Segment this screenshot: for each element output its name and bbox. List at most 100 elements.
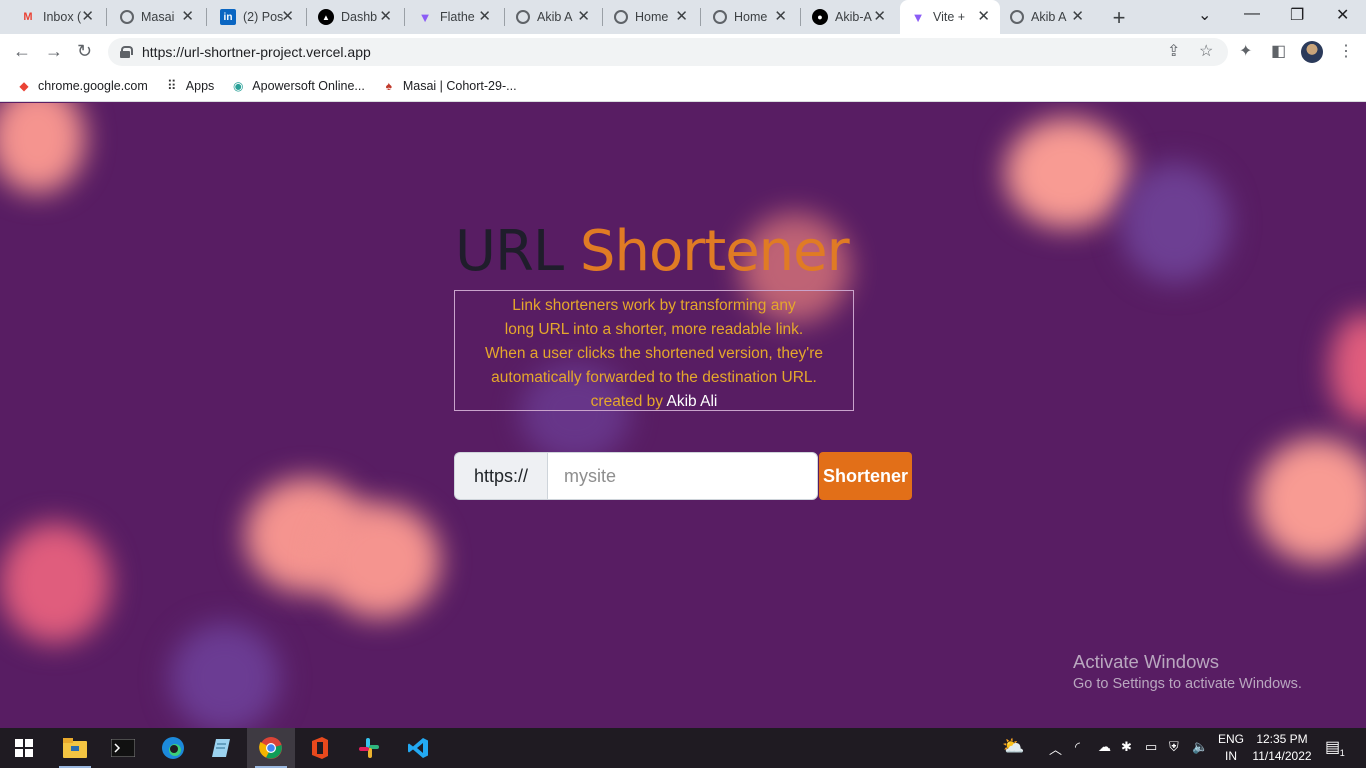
bokeh-decoration xyxy=(320,503,440,618)
battery-icon[interactable]: ▭ xyxy=(1145,739,1157,755)
profile-avatar[interactable] xyxy=(1301,41,1323,63)
https-prefix: https:// xyxy=(454,452,547,500)
close-icon[interactable]: ✕ xyxy=(873,9,886,24)
new-tab-button[interactable]: + xyxy=(1108,5,1130,31)
show-hidden-icons-chevron-icon[interactable]: ︿ xyxy=(1049,739,1062,758)
tab-akib-a[interactable]: Akib A ✕ xyxy=(496,4,600,30)
globe-icon xyxy=(120,10,134,24)
shield-icon[interactable]: ⛨ xyxy=(1169,739,1179,755)
close-icon[interactable]: ✕ xyxy=(81,9,94,24)
office-button[interactable] xyxy=(296,728,344,768)
system-clock[interactable]: 12:35 PM 11/14/2022 xyxy=(1250,731,1314,765)
address-bar[interactable]: https://url-shortner-project.vercel.app xyxy=(108,38,1228,66)
edge-button[interactable] xyxy=(149,728,197,768)
slack-button[interactable] xyxy=(345,728,393,768)
gmail-icon: M xyxy=(23,11,33,23)
tab-akib-a-2[interactable]: Akib A ✕ xyxy=(990,4,1094,30)
bookmark-label: Apowersoft Online... xyxy=(252,78,365,93)
bokeh-decoration xyxy=(0,523,110,643)
extensions-puzzle-icon[interactable]: ✦ xyxy=(1239,41,1252,61)
vite-icon: ▼ xyxy=(911,9,925,25)
title-shortener: Shortener xyxy=(579,219,850,284)
description-line: Link shorteners work by transforming any xyxy=(512,297,796,314)
bookmark-apowersoft[interactable]: ◉ Apowersoft Online... xyxy=(230,78,365,94)
close-icon[interactable]: ✕ xyxy=(1071,9,1084,24)
tab-gmail-inbox[interactable]: M Inbox ( ✕ xyxy=(0,4,104,30)
tab-home-2[interactable]: Home ✕ xyxy=(693,4,797,30)
back-arrow-icon[interactable]: ← xyxy=(13,41,31,62)
description-line: When a user clicks the shortened version… xyxy=(484,345,824,362)
address-url[interactable]: https://url-shortner-project.vercel.app xyxy=(142,44,371,60)
side-panel-icon[interactable]: ◧ xyxy=(1271,41,1286,61)
close-window-button[interactable]: ✕ xyxy=(1336,5,1349,25)
author-name: Akib Ali xyxy=(666,393,718,410)
start-button[interactable] xyxy=(0,728,48,768)
office-icon xyxy=(312,737,328,759)
bokeh-decoration xyxy=(1330,313,1366,423)
activate-windows-watermark: Activate Windows Go to Settings to activ… xyxy=(1073,651,1302,695)
globe-icon xyxy=(516,10,530,24)
bookmark-label: chrome.google.com xyxy=(38,78,148,93)
site-input[interactable] xyxy=(547,452,818,500)
close-icon[interactable]: ✕ xyxy=(977,9,990,24)
bookmark-masai[interactable]: ♠ Masai | Cohort-29-... xyxy=(381,78,517,94)
minimize-button[interactable]: — xyxy=(1244,5,1260,23)
close-icon[interactable]: ✕ xyxy=(577,9,590,24)
bookmark-apps[interactable]: ⠿ Apps xyxy=(164,77,214,94)
volume-icon[interactable]: 🔈 xyxy=(1192,739,1208,755)
tab-home[interactable]: Home ✕ xyxy=(594,4,698,30)
bokeh-decoration xyxy=(1005,118,1130,228)
windows-logo-icon xyxy=(15,739,33,757)
tab-vite-active[interactable]: ▼ Vite + ✕ xyxy=(900,0,1000,34)
bookmark-star-icon[interactable]: ☆ xyxy=(1199,41,1213,61)
notification-icon: ▤ xyxy=(1325,739,1341,756)
linkedin-icon: in xyxy=(220,9,236,25)
close-icon[interactable]: ✕ xyxy=(281,9,294,24)
bokeh-decoration xyxy=(1120,163,1230,283)
file-explorer-button[interactable] xyxy=(51,728,99,768)
terminal-icon xyxy=(111,739,135,757)
notepad-button[interactable] xyxy=(197,728,245,768)
bokeh-decoration xyxy=(0,103,85,193)
weather-icon[interactable]: ⛅ xyxy=(1002,736,1024,757)
globe-icon xyxy=(1010,10,1024,24)
restore-button[interactable]: ❐ xyxy=(1290,5,1304,25)
notification-center-button[interactable]: ▤ 1 xyxy=(1325,737,1349,758)
language-indicator[interactable]: ENG IN xyxy=(1216,731,1246,765)
close-icon[interactable]: ✕ xyxy=(181,9,194,24)
tab-vercel-dashboard[interactable]: ▲ Dashb ✕ xyxy=(298,4,402,30)
tab-masai[interactable]: Masai ✕ xyxy=(100,4,204,30)
terminal-button[interactable] xyxy=(99,728,147,768)
tab-linkedin[interactable]: in (2) Pos ✕ xyxy=(200,4,304,30)
bookmark-chrome-webstore[interactable]: ◆ chrome.google.com xyxy=(16,78,148,94)
shorten-button[interactable]: Shortener xyxy=(819,452,912,500)
browser-tab-strip: M Inbox ( ✕ Masai ✕ in (2) Pos ✕ ▲ Dashb… xyxy=(0,0,1366,34)
close-icon[interactable]: ✕ xyxy=(774,9,787,24)
github-icon: ● xyxy=(812,9,828,25)
clock-time: 12:35 PM xyxy=(1256,732,1308,746)
masai-icon: ♠ xyxy=(385,78,393,93)
forward-arrow-icon[interactable]: → xyxy=(45,41,63,62)
clock-date: 11/14/2022 xyxy=(1252,749,1312,763)
tab-flathe[interactable]: ▼ Flathe ✕ xyxy=(397,4,501,30)
apps-grid-icon: ⠿ xyxy=(167,77,177,93)
description-line: long URL into a shorter, more readable l… xyxy=(504,321,804,338)
close-icon[interactable]: ✕ xyxy=(379,9,392,24)
browser-toolbar: ← → ↻ https://url-shortner-project.verce… xyxy=(0,34,1366,70)
share-icon[interactable]: ⇪ xyxy=(1167,41,1180,61)
lock-icon[interactable] xyxy=(120,46,133,58)
tab-github[interactable]: ● Akib-A ✕ xyxy=(792,4,896,30)
network-icon[interactable]: ◜ xyxy=(1075,739,1080,755)
vscode-button[interactable] xyxy=(394,728,442,768)
chrome-button[interactable] xyxy=(247,728,295,768)
cloud-icon[interactable]: ☁ xyxy=(1098,739,1111,755)
chrome-icon xyxy=(259,737,282,759)
close-icon[interactable]: ✕ xyxy=(675,9,688,24)
tab-search-chevron-icon[interactable]: ⌄ xyxy=(1198,5,1211,25)
bluetooth-icon[interactable]: ✱ xyxy=(1121,739,1132,755)
close-icon[interactable]: ✕ xyxy=(478,9,491,24)
reload-icon[interactable]: ↻ xyxy=(77,41,92,62)
menu-dots-icon[interactable]: ⋮ xyxy=(1338,41,1354,61)
vercel-icon: ▲ xyxy=(318,9,334,25)
bokeh-decoration xyxy=(170,623,280,728)
